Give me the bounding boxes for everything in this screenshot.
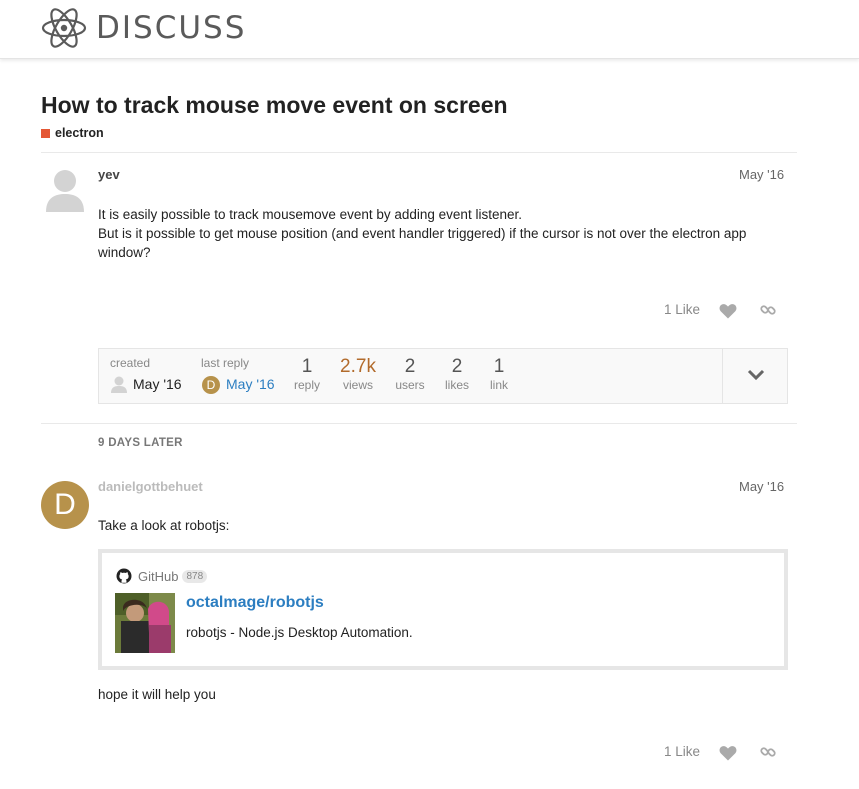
- likes-label: likes: [444, 378, 469, 392]
- links-count: 1: [493, 356, 505, 377]
- post-text-line: But is it possible to get mouse position…: [98, 226, 747, 241]
- user-avatar-icon: [46, 170, 84, 212]
- category-badge[interactable]: electron: [41, 126, 104, 140]
- post-author[interactable]: yev: [98, 167, 120, 182]
- replies-label: reply: [293, 378, 320, 392]
- heart-icon[interactable]: [719, 745, 737, 761]
- repo-link-title[interactable]: octalmage/robotjs: [186, 594, 324, 612]
- links-label: link: [489, 378, 508, 392]
- link-preview-card[interactable]: GitHub 878 octalmage/robotjs robotjs - N…: [98, 549, 788, 670]
- users-count: 2: [404, 356, 416, 377]
- like-count[interactable]: 1 Like: [664, 744, 700, 759]
- chevron-down-icon: [747, 369, 765, 381]
- site-header: DISCUSS: [0, 0, 859, 59]
- topic-map-expand-button[interactable]: [722, 349, 787, 403]
- category-color-square: [41, 128, 50, 138]
- brand-name: DISCUSS: [96, 10, 247, 46]
- star-count-badge: 878: [182, 569, 208, 583]
- avatar[interactable]: [44, 168, 86, 212]
- avatar[interactable]: D: [41, 481, 89, 529]
- repo-thumbnail-image: [115, 593, 175, 653]
- site-logo[interactable]: DISCUSS: [40, 7, 246, 49]
- avatar[interactable]: D: [202, 376, 220, 394]
- post-text: Take a look at robotjs:: [98, 518, 230, 533]
- likes-count: 2: [451, 356, 463, 377]
- like-count[interactable]: 1 Like: [664, 302, 700, 317]
- views-label: views: [342, 378, 373, 392]
- replies-count: 1: [301, 356, 313, 377]
- post-date[interactable]: May '16: [739, 167, 784, 182]
- category-label: electron: [55, 126, 104, 140]
- page-title[interactable]: How to track mouse move event on screen: [41, 92, 508, 119]
- link-icon[interactable]: [760, 744, 776, 760]
- github-icon: [116, 568, 132, 584]
- user-avatar-icon: [111, 376, 127, 393]
- post-text: hope it will help you: [98, 687, 216, 702]
- post-body: It is easily possible to track mousemove…: [98, 205, 746, 262]
- post-text-line: window?: [98, 245, 151, 260]
- heart-icon[interactable]: [719, 303, 737, 319]
- onebox-source[interactable]: GitHub 878: [116, 568, 208, 584]
- post-text-line: It is easily possible to track mousemove…: [98, 207, 522, 222]
- last-reply-date[interactable]: May '16: [226, 376, 275, 392]
- repo-description: robotjs - Node.js Desktop Automation.: [186, 625, 413, 640]
- created-date[interactable]: May '16: [133, 376, 182, 392]
- last-reply-label: last reply: [201, 356, 250, 370]
- time-gap: 9 DAYS LATER: [98, 437, 183, 449]
- atom-logo-icon: [41, 8, 87, 48]
- post-date[interactable]: May '16: [739, 479, 784, 494]
- repo-thumbnail[interactable]: [115, 593, 175, 653]
- users-label: users: [395, 378, 425, 392]
- divider: [41, 423, 797, 424]
- views-count: 2.7k: [340, 356, 376, 377]
- topic-map: created May '16 last reply D May '16 1 r…: [98, 348, 788, 404]
- created-label: created: [110, 356, 151, 370]
- link-icon[interactable]: [760, 302, 776, 318]
- onebox-source-name: GitHub: [138, 568, 179, 584]
- post-author[interactable]: danielgottbehuet: [98, 479, 203, 494]
- divider: [41, 152, 797, 153]
